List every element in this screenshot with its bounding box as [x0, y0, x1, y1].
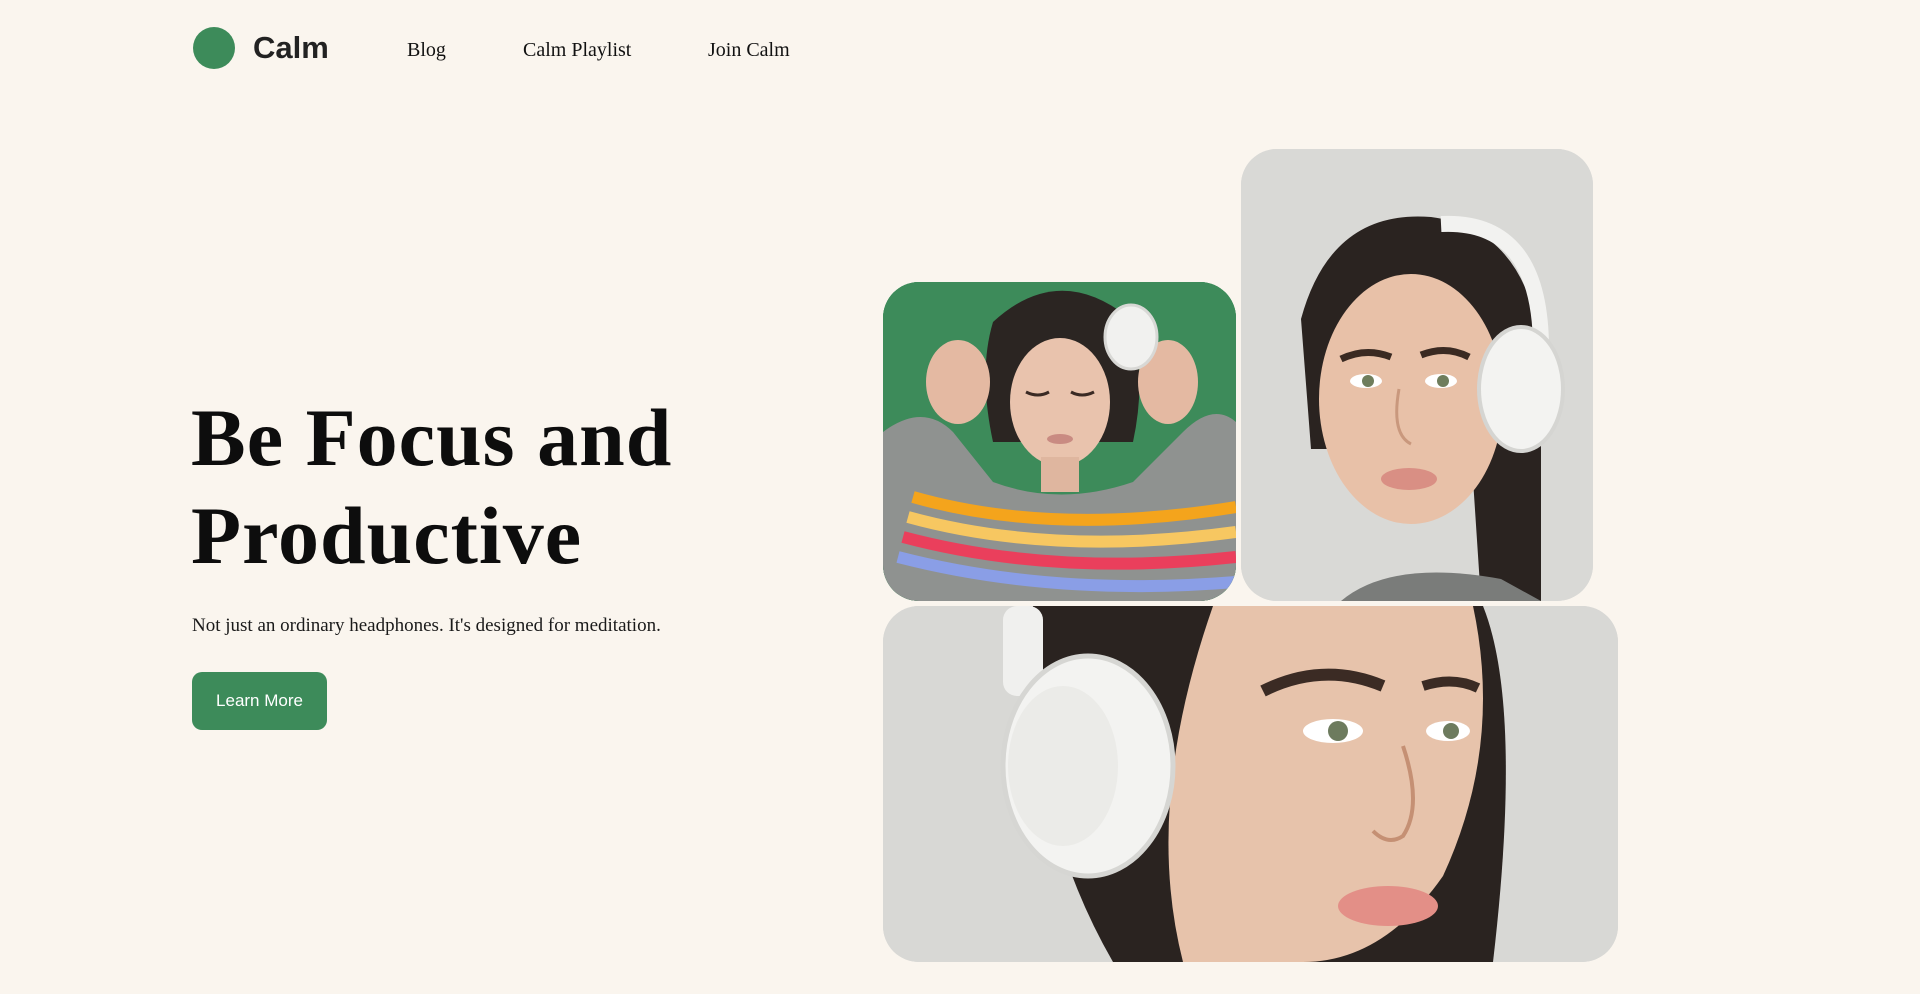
hero-title: Be Focus and Productive [191, 389, 811, 585]
woman-headphones-portrait-photo [1241, 149, 1593, 601]
hero-title-line-2: Productive [191, 490, 583, 581]
nav-item-join-calm[interactable]: Join Calm [708, 38, 790, 62]
gallery-image-portrait [1241, 149, 1593, 601]
brand-name[interactable]: Calm [253, 28, 329, 68]
hero-subtitle: Not just an ordinary headphones. It's de… [192, 615, 661, 636]
hero-title-line-1: Be Focus and [191, 392, 673, 483]
logo-icon[interactable] [193, 27, 235, 69]
learn-more-button[interactable]: Learn More [192, 672, 327, 730]
gallery-image-closeup [883, 606, 1618, 962]
woman-headphones-photo [883, 282, 1236, 601]
nav-item-blog[interactable]: Blog [407, 38, 446, 62]
woman-headphones-closeup-photo [883, 606, 1618, 962]
gallery-image-green [883, 282, 1236, 601]
nav-item-calm-playlist[interactable]: Calm Playlist [523, 38, 631, 62]
